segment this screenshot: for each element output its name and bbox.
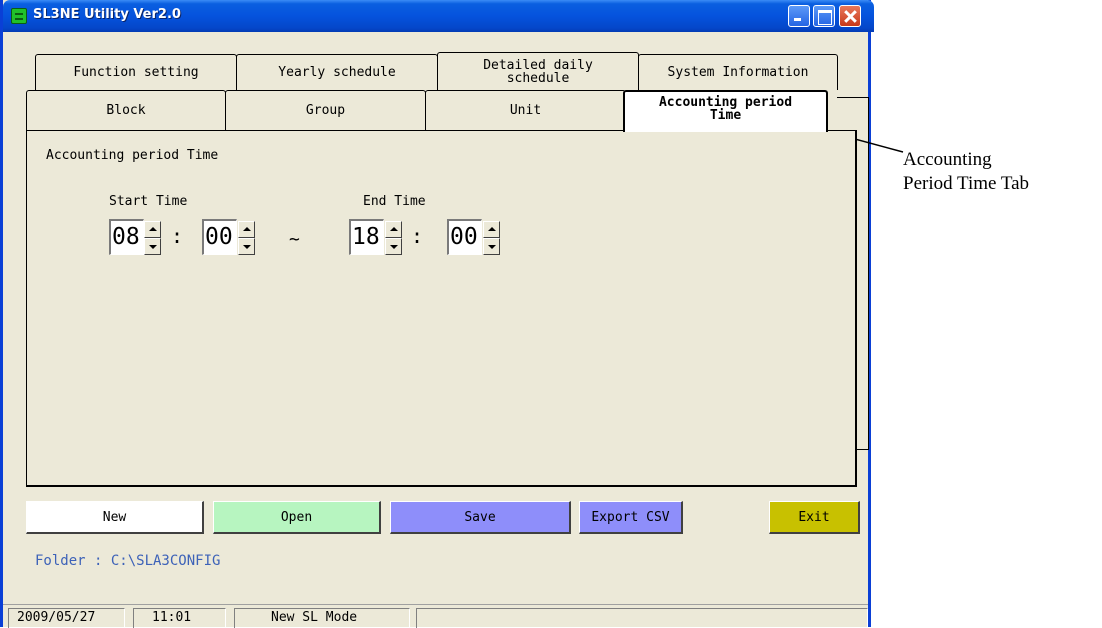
tab-panel: Accounting period Time Start Time End Ti… — [26, 130, 857, 487]
start-minute-field[interactable]: 00 — [202, 219, 237, 255]
end-minute-spinner[interactable] — [483, 221, 500, 255]
annotation-callout: Accounting Period Time Tab — [903, 148, 1029, 196]
range-tilde: ~ — [289, 229, 300, 250]
tab-label: Accounting period Time — [658, 95, 793, 123]
tab-accounting-period-time[interactable]: Accounting period Time — [623, 90, 828, 132]
start-hour-field[interactable]: 08 — [109, 219, 144, 255]
panel-heading: Accounting period Time — [46, 148, 219, 163]
end-minute-field[interactable]: 00 — [447, 219, 482, 255]
callout-line-1: Accounting — [903, 149, 992, 170]
spin-up-icon[interactable] — [385, 221, 402, 238]
spin-down-icon[interactable] — [144, 238, 161, 255]
spin-up-icon[interactable] — [144, 221, 161, 238]
spin-up-icon[interactable] — [238, 221, 255, 238]
spin-down-icon[interactable] — [238, 238, 255, 255]
start-time-label: Start Time — [109, 194, 188, 209]
end-hour-field[interactable]: 18 — [349, 219, 384, 255]
spin-up-icon[interactable] — [483, 221, 500, 238]
spin-down-icon[interactable] — [483, 238, 500, 255]
callout-line-2: Period Time Tab — [903, 173, 1030, 194]
end-time-label: End Time — [363, 194, 426, 209]
end-hour-spinner[interactable] — [385, 221, 402, 255]
start-hour-spinner[interactable] — [144, 221, 161, 255]
start-minute-spinner[interactable] — [238, 221, 255, 255]
spin-down-icon[interactable] — [385, 238, 402, 255]
colon-separator: : — [411, 224, 424, 248]
colon-separator: : — [171, 224, 184, 248]
